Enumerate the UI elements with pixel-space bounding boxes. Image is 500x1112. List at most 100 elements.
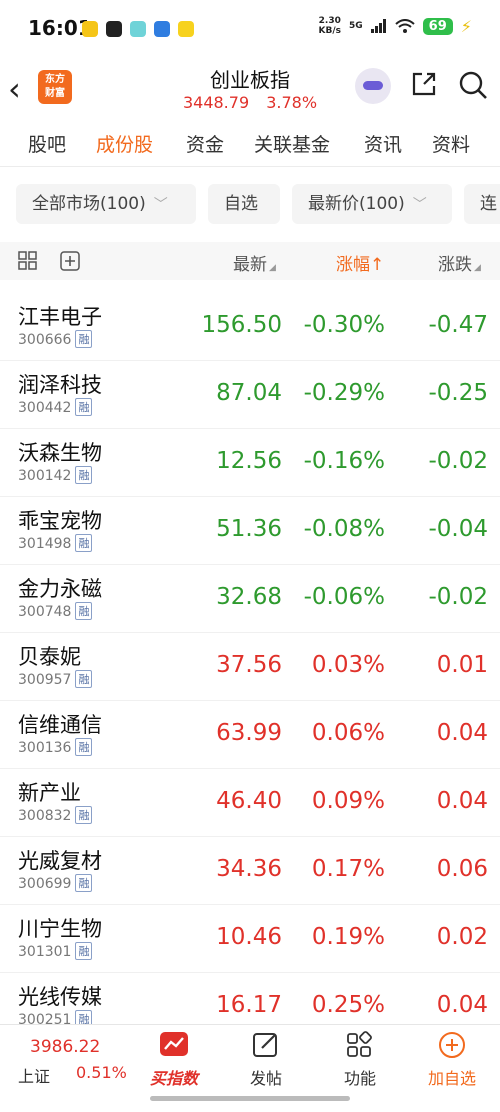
sort-icon: ◢ (474, 263, 481, 273)
watchlist-filter-label: 自选 (224, 194, 258, 214)
stock-code-text: 301498 (18, 536, 72, 552)
stock-list: 江丰电子 300666 融 156.50 -0.30% -0.47 润泽科技 30… (0, 293, 500, 1041)
search-icon[interactable] (458, 70, 488, 100)
stock-code-text: 300142 (18, 468, 72, 484)
stock-code: 300142 融 (18, 466, 93, 484)
change-amount: 0.01 (436, 652, 488, 678)
add-watchlist-button[interactable]: 加自选 (412, 1031, 492, 1089)
signal-icon (370, 19, 386, 33)
filter-bar: 全部市场(100) ﹀ 自选 最新价(100) ﹀ 连 (0, 180, 500, 230)
change-pct: -0.08% (303, 516, 385, 542)
stock-name: 金力永磁 (18, 577, 102, 601)
price-filter[interactable]: 最新价(100) ﹀ (292, 184, 452, 224)
tab-guba[interactable]: 股吧 (28, 130, 66, 157)
table-row[interactable]: 新产业 300832 融 46.40 0.09% 0.04 (0, 769, 500, 837)
network-type: 5G (349, 21, 363, 31)
change-pct: 0.19% (311, 924, 385, 950)
change-amount: 0.04 (436, 720, 488, 746)
column-latest-label: 最新 (233, 255, 267, 275)
grid-view-icon[interactable] (18, 251, 38, 271)
change-amount: -0.02 (428, 448, 488, 474)
change-amount: 0.02 (436, 924, 488, 950)
post-button[interactable]: 发帖 (226, 1031, 306, 1089)
column-latest[interactable]: 最新 ◢ (233, 250, 276, 275)
stock-code-text: 300699 (18, 876, 72, 892)
table-row[interactable]: 贝泰妮 300957 融 37.56 0.03% 0.01 (0, 633, 500, 701)
stock-code: 301301 融 (18, 942, 93, 960)
app-header: ‹ 东方 财富 创业板指 3448.79 3.78% (0, 62, 500, 118)
buy-index-label: 买指数 (149, 1069, 198, 1088)
app-logo: 东方 财富 (38, 70, 72, 104)
features-label: 功能 (343, 1069, 376, 1088)
more-filter[interactable]: 连 (464, 184, 500, 224)
column-change[interactable]: 涨跌 ◢ (438, 250, 481, 275)
tab-profile[interactable]: 资料 (432, 130, 470, 157)
column-change-pct[interactable]: 涨幅↑ (336, 250, 384, 275)
network-speed: 2.30 KB/s (319, 16, 341, 36)
change-pct: -0.30% (303, 312, 385, 338)
index-price: 3448.79 (182, 93, 250, 112)
status-bar: 16:01 2.30 KB/s 5G 69 ⚡ (0, 0, 500, 62)
buy-index-button[interactable]: 买指数 (134, 1031, 214, 1089)
margin-badge: 融 (75, 534, 93, 552)
tab-related-funds[interactable]: 关联基金 (254, 130, 330, 157)
table-row[interactable]: 光威复材 300699 融 34.36 0.17% 0.06 (0, 837, 500, 905)
stock-code: 300832 融 (18, 806, 93, 824)
features-button[interactable]: 功能 (320, 1031, 400, 1089)
table-row[interactable]: 沃森生物 300142 融 12.56 -0.16% -0.02 (0, 429, 500, 497)
watchlist-filter[interactable]: 自选 (208, 184, 280, 224)
stock-code-text: 300832 (18, 808, 72, 824)
latest-price: 12.56 (216, 448, 282, 474)
latest-price: 10.46 (216, 924, 282, 950)
index-change-pct: 3.78% (266, 93, 318, 112)
share-icon[interactable] (410, 70, 438, 98)
home-indicator[interactable] (150, 1096, 350, 1101)
change-pct: 0.17% (311, 856, 385, 882)
market-filter-label: 全部市场(100) (32, 194, 146, 214)
change-pct: -0.06% (303, 584, 385, 610)
latest-price: 32.68 (216, 584, 282, 610)
table-row[interactable]: 江丰电子 300666 融 156.50 -0.30% -0.47 (0, 293, 500, 361)
assistant-robot-icon[interactable] (355, 68, 391, 104)
status-right: 2.30 KB/s 5G 69 ⚡ (319, 16, 472, 36)
stock-name: 江丰电子 (18, 305, 102, 329)
latest-price: 34.36 (216, 856, 282, 882)
change-amount: 0.04 (436, 788, 488, 814)
margin-badge: 融 (75, 874, 93, 892)
stock-code-text: 300136 (18, 740, 72, 756)
stock-code: 300699 融 (18, 874, 93, 892)
speed-unit: KB/s (318, 26, 342, 36)
tab-bar: 股吧 成份股 资金 关联基金 资讯 资料 (0, 120, 500, 167)
table-row[interactable]: 信维通信 300136 融 63.99 0.06% 0.04 (0, 701, 500, 769)
table-row[interactable]: 金力永磁 300748 融 32.68 -0.06% -0.02 (0, 565, 500, 633)
stock-name: 润泽科技 (18, 373, 102, 397)
more-filter-label: 连 (480, 194, 497, 214)
change-pct: 0.25% (311, 992, 385, 1018)
change-pct: -0.29% (303, 380, 385, 406)
table-row[interactable]: 乖宝宠物 301498 融 51.36 -0.08% -0.04 (0, 497, 500, 565)
add-icon[interactable] (60, 251, 80, 271)
margin-badge: 融 (75, 806, 93, 824)
stock-name: 光线传媒 (18, 985, 102, 1009)
change-amount: -0.02 (428, 584, 488, 610)
stock-code-text: 300957 (18, 672, 72, 688)
stock-code-text: 300748 (18, 604, 72, 620)
tab-news[interactable]: 资讯 (364, 130, 402, 157)
stock-code: 300957 融 (18, 670, 93, 688)
app-notification-icon (130, 21, 146, 37)
table-row[interactable]: 川宁生物 301301 融 10.46 0.19% 0.02 (0, 905, 500, 973)
robot-visor (363, 81, 383, 90)
tab-funds[interactable]: 资金 (186, 130, 224, 157)
stock-code: 301498 融 (18, 534, 93, 552)
table-row[interactable]: 润泽科技 300442 融 87.04 -0.29% -0.25 (0, 361, 500, 429)
latest-price: 37.56 (216, 652, 282, 678)
page-title: 创业板指 (210, 68, 290, 92)
latest-price: 46.40 (216, 788, 282, 814)
shanghai-index-name: 上证 (18, 1067, 51, 1086)
tab-constituents[interactable]: 成份股 (96, 130, 153, 157)
latest-price: 87.04 (216, 380, 282, 406)
market-filter[interactable]: 全部市场(100) ﹀ (16, 184, 196, 224)
price-filter-label: 最新价(100) (308, 194, 405, 214)
back-icon[interactable]: ‹ (8, 70, 21, 108)
change-pct: 0.06% (311, 720, 385, 746)
